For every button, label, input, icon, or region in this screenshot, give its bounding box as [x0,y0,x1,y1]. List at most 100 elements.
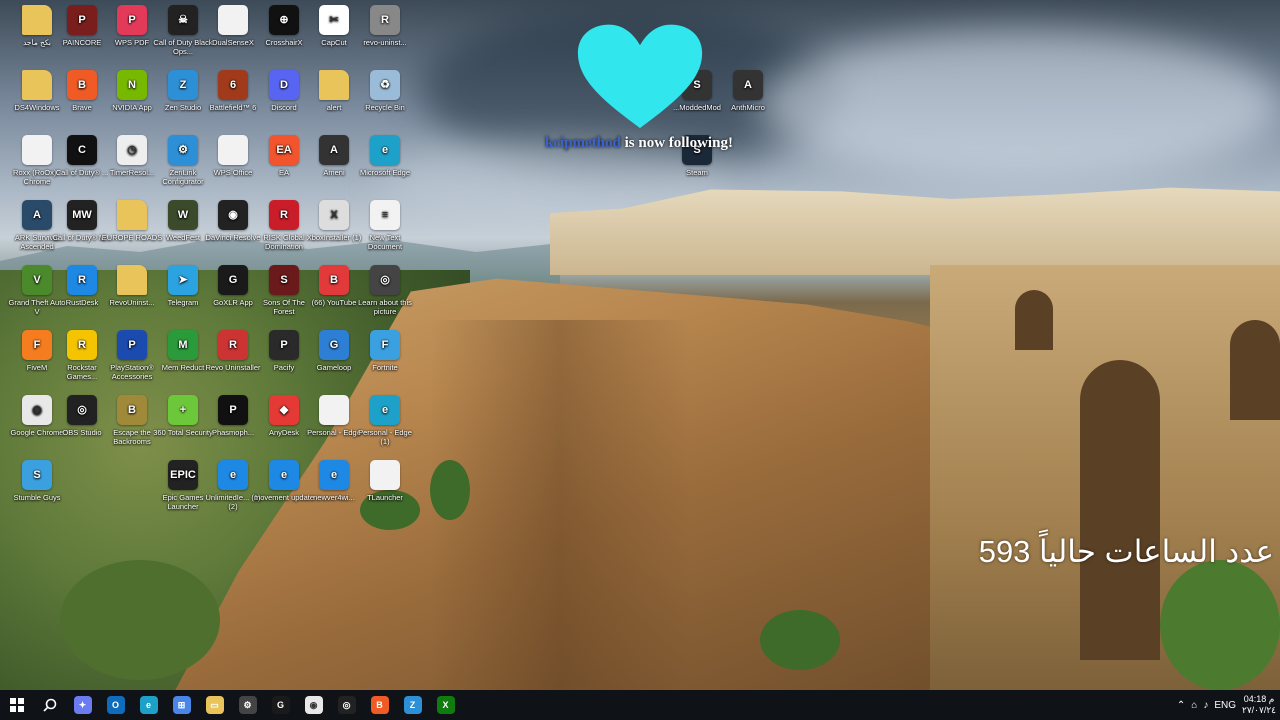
revo-uninstaller-icon: R [370,5,400,35]
taskbar-app-obs[interactable]: ◎ [330,690,363,720]
taskbar-app-edge[interactable]: e [132,690,165,720]
desktop-icon-tlauncher[interactable]: TLauncher [354,460,416,502]
anydesk-icon: ◆ [269,395,299,425]
file-explorer-icon: ▭ [205,696,224,714]
gameloop-icon: G [319,330,349,360]
start-button[interactable] [0,690,33,720]
360-total-security-icon: + [168,395,198,425]
zen-studio-icon: Z [403,696,422,714]
revo-uninstaller-icon: R [218,330,248,360]
fortnite-icon: F [370,330,400,360]
recycle-bin-icon: ♻ [370,70,400,100]
goxlr-icon: G [271,696,290,714]
discord-icon: D [269,70,299,100]
taskbar-app-zen-studio[interactable]: Z [396,690,429,720]
clock[interactable]: 04:18 م ٢٧/٠٧/٢٤ [1242,694,1276,716]
revouninstaller-icon [117,265,147,295]
desktop-icon-microsoft-edge[interactable]: e Microsoft Edge [354,135,416,177]
nvidia-app-icon: N [117,70,147,100]
alert-icon [319,70,349,100]
taskbar-app-settings[interactable]: ⚙ [231,690,264,720]
rustdesk-icon: R [67,265,97,295]
search-icon [42,698,56,712]
ds4windows-icon [22,70,52,100]
movement-update-icon: e [269,460,299,490]
desktop-icon-stumble-guys[interactable]: S Stumble Guys [6,460,68,502]
folder-icon [22,5,52,35]
ark-survival-ascended-icon: A [22,200,52,230]
phasmophobia-icon: P [218,395,248,425]
follow-message: is now following! [620,135,733,151]
europe-roads-icon [117,200,147,230]
desktop-icon-label: Fortnite [372,363,398,372]
taskbar-app-chrome[interactable]: ◉ [297,690,330,720]
desktop-icon-personal-edge-1[interactable]: e Personal - Edge (1) [354,395,416,446]
zenlink-configurator-icon: ⚙ [168,135,198,165]
desktop-icon-revo-uninstaller[interactable]: Rrevo-uninst... [354,5,416,47]
obs-studio-icon: ◎ [67,395,97,425]
settings-icon: ⚙ [238,696,257,714]
desktop-icon-label: revo-uninst... [363,38,407,47]
search-button[interactable] [33,690,66,720]
youtube-icon: B [319,265,349,295]
network-icon[interactable]: ⌂ [1191,700,1197,711]
paincore-icon: P [67,5,97,35]
desktop-icon-label: Learn about this picture [358,298,412,316]
weedfest-icon: W [168,200,198,230]
playstation-accessories-icon: P [117,330,147,360]
rockstar-games-launcher-icon: R [67,330,97,360]
store-icon: ⊞ [172,696,191,714]
windows-icon [9,698,24,712]
follower-username: kcipmethod [545,135,621,151]
escape-the-backrooms-icon: B [117,395,147,425]
sons-of-the-forest-icon: S [269,265,299,295]
telegram-icon: ➤ [168,265,198,295]
taskbar-app-copilot[interactable]: ✦ [66,690,99,720]
clock-date: ٢٧/٠٧/٢٤ [1241,705,1276,715]
timerresolution-icon: ◷ [117,135,147,165]
desktop-icon-learn-about-this-picture[interactable]: ◎ Learn about this picture [354,265,416,316]
taskbar-app-store[interactable]: ⊞ [165,690,198,720]
call-of-duty-black-ops-icon: ☠ [168,5,198,35]
taskbar-app-outlook[interactable]: O [99,690,132,720]
wps-pdf-icon: P [117,5,147,35]
newver4wi-icon: e [319,460,349,490]
desktop-icon-label: Stumble Guys [13,493,61,502]
personal-edge-1-icon: e [370,395,400,425]
ameni-icon: A [319,135,349,165]
chevron-up-icon[interactable]: ⌃ [1177,700,1185,711]
taskbar-app-brave[interactable]: B [363,690,396,720]
volume-icon[interactable]: ♪ [1203,700,1208,711]
call-of-duty-2-icon: C [67,135,97,165]
desktop-icon-label: Personal - Edge (1) [358,428,412,446]
desktop-icon-recycle-bin[interactable]: ♻ Recycle Bin [354,70,416,112]
clock-time: 04:18 م [1243,694,1275,704]
hours-counter-text: عدد الساعات حالياً 593 [978,534,1274,569]
outlook-icon: O [106,696,125,714]
edge-icon: e [139,696,158,714]
taskbar-app-goxlr[interactable]: G [264,690,297,720]
language-indicator[interactable]: ENG [1214,700,1236,711]
desktop-icon-fortnite[interactable]: F Fortnite [354,330,416,372]
davinci-resolve-icon: ◉ [218,200,248,230]
desktop-icon-label: Recycle Bin [365,103,405,112]
desktop-icon-new-text-document[interactable]: ≡ New Text Document [354,200,416,251]
desktop-icon-label: Microsoft Edge [359,168,411,177]
heart-icon [577,24,703,129]
fivem-icon: F [22,330,52,360]
taskbar-app-file-explorer[interactable]: ▭ [198,690,231,720]
xbox-icon: X [436,696,455,714]
taskbar-apps: ✦ Oe ⊞ ▭ ⚙ G ◉ ◎ B Z X [66,690,462,720]
desktop-icon-anthmicro[interactable]: A AnthMicro [717,70,779,112]
epic-games-launcher-icon: EPIC [168,460,198,490]
pacify-icon: P [269,330,299,360]
risk-global-domination-icon: R [269,200,299,230]
stumble-guys-icon: S [22,460,52,490]
system-tray: ⌃ ⌂ ♪ ENG 04:18 م ٢٧/٠٧/٢٤ [1177,690,1276,720]
anthmicro-icon: A [733,70,763,100]
taskbar-app-xbox[interactable]: X [429,690,462,720]
chrome-icon: ◉ [304,696,323,714]
roxx-chrome-icon [22,135,52,165]
capcut-icon: ✂ [319,5,349,35]
crosshair-x-icon: ⊕ [269,5,299,35]
